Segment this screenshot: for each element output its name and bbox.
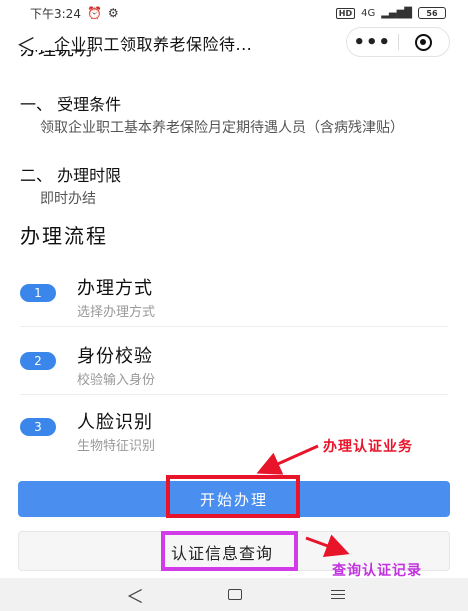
status-time: 下午3:24 [30,6,81,21]
miniprogram-capsule: ••• [346,27,450,57]
step-number-badge: 1 [20,284,56,302]
section-title-conditions: 一、 受理条件 [20,95,122,114]
network-type: 4G [361,7,376,19]
step-title: 办理方式 [77,278,153,299]
divider [20,326,448,327]
section-title-time-limit: 二、 办理时限 [20,166,122,185]
section-body-conditions: 领取企业职工基本养老保险月定期待遇人员（含病残津贴） [40,120,404,136]
step-number-badge: 3 [20,418,56,436]
section-body-time-limit: 即时办结 [40,191,96,207]
highlight-box-start [166,475,300,518]
highlight-box-query [161,531,298,571]
step-description: 校验输入身份 [77,373,156,388]
sync-icon: ⚙ [107,6,119,20]
step-number-badge: 2 [20,352,56,370]
system-home-icon[interactable] [228,589,242,600]
close-circle-icon [415,33,433,51]
step-description: 选择办理方式 [77,305,156,320]
signal-icon: ▂▄▆█ [381,7,412,19]
battery-level: 56 [426,8,438,18]
system-menu-icon[interactable] [331,590,345,599]
system-nav-bar: ＜ [0,578,468,611]
process-title: 办理流程 [20,224,108,248]
partial-heading: 办理说明 [20,50,92,60]
process-step: 2 身份校验 校验输入身份 [0,340,468,406]
more-icon[interactable]: ••• [347,32,398,53]
annotation-query: 查询认证记录 [332,563,422,579]
close-miniprogram-button[interactable] [398,33,449,51]
step-title: 身份校验 [77,346,153,367]
hd-badge: HD [335,7,356,19]
status-bar: 下午3:24 ⏰ ⚙ HD 4G ▂▄▆█ 56 [0,0,468,26]
step-description: 生物特征识别 [77,439,156,454]
process-step: 1 办理方式 选择办理方式 [0,272,468,338]
step-title: 人脸识别 [77,412,153,433]
battery-icon: 56 [418,7,446,19]
system-back-icon[interactable]: ＜ [126,583,144,609]
annotation-start: 办理认证业务 [323,439,413,455]
divider [20,394,448,395]
alarm-icon: ⏰ [86,6,102,20]
